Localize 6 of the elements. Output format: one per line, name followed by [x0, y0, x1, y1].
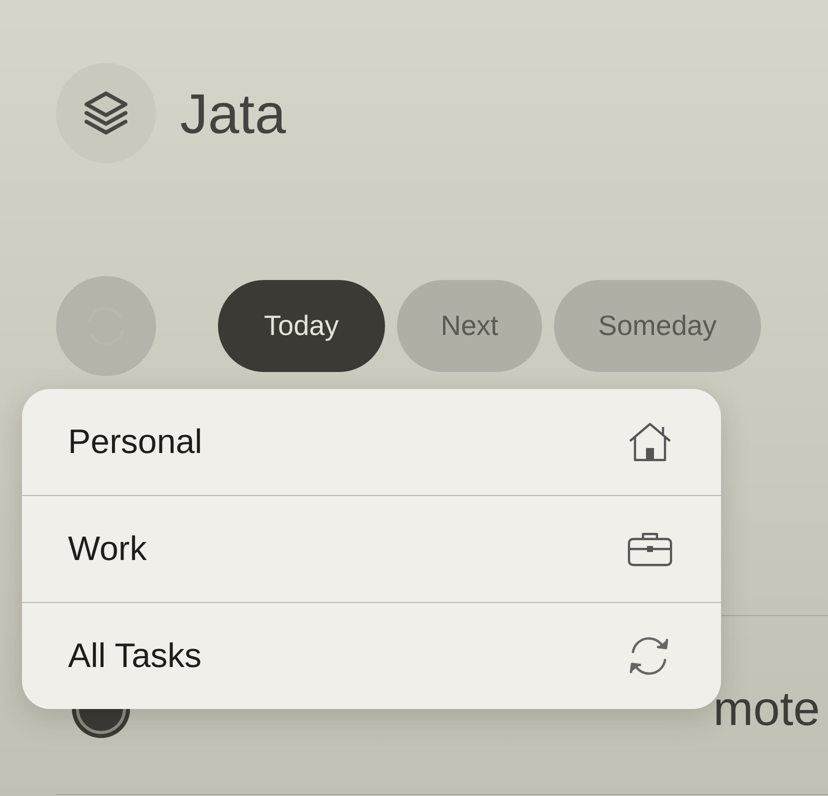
briefcase-icon: [627, 531, 673, 567]
menu-item[interactable]: Work: [22, 495, 721, 602]
house-icon: [627, 421, 673, 463]
app-title: Jata: [180, 80, 286, 146]
menu-item[interactable]: Personal: [22, 389, 721, 495]
filter-tab[interactable]: Today: [218, 280, 385, 372]
